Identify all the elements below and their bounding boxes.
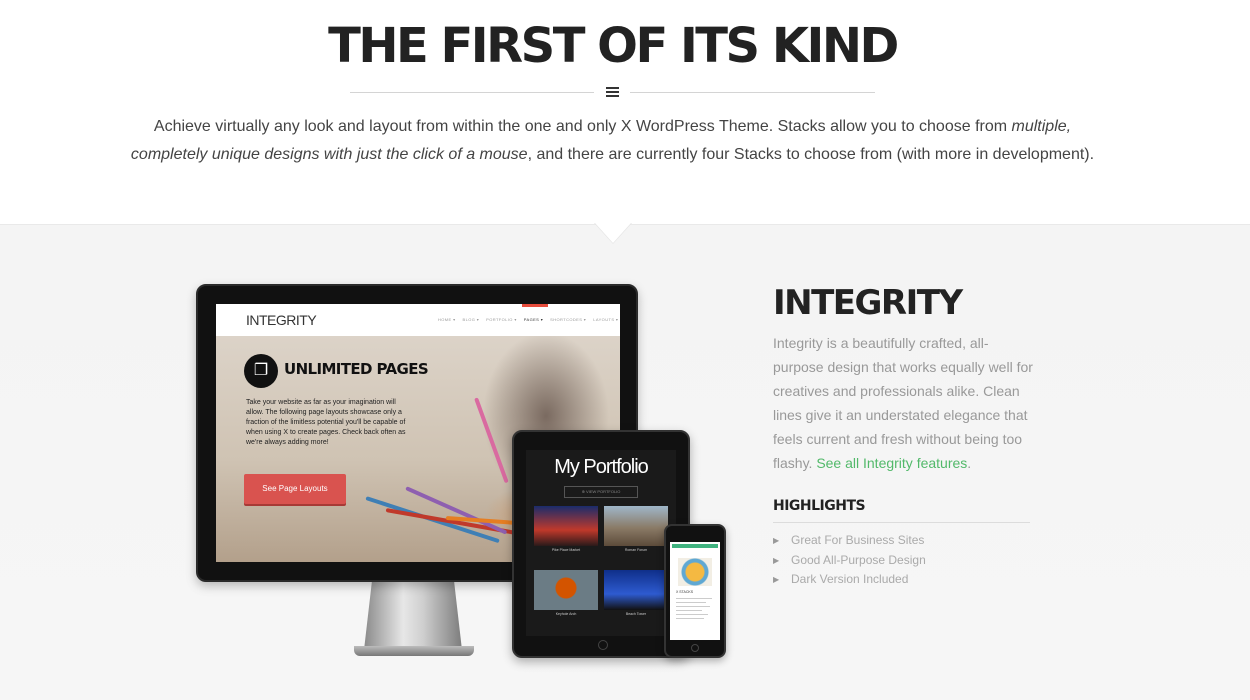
portfolio-caption: Pike Place Market: [551, 548, 581, 552]
portfolio-tile: [604, 506, 668, 546]
tablet-screen: My Portfolio ⊕ VIEW PORTFOLIO Pike Place…: [526, 450, 676, 636]
site-logo: INTEGRITY: [246, 312, 317, 328]
portfolio-caption: Keyhole Arch: [555, 612, 577, 616]
highlights-divider: [773, 522, 1030, 523]
portfolio-caption: Beach Tower: [625, 612, 647, 616]
phone-screen: X STACKS: [670, 542, 720, 640]
caret-right-icon: ▶: [773, 575, 780, 584]
portfolio-tile: [604, 570, 668, 610]
highlight-label: Good All-Purpose Design: [791, 552, 926, 567]
device-preview-image: INTEGRITY HOME ▾ BLOG ▾ PORTFOLIO ▾ PAGES ▾…: [190, 282, 740, 692]
notch-arrow: [595, 223, 631, 243]
tablet-home-button: [598, 640, 608, 650]
pages-icon: ❐: [244, 354, 278, 388]
stack-description: Integrity is a beautifully crafted, all-…: [773, 331, 1035, 475]
caret-right-icon: ▶: [773, 555, 780, 565]
phone-label: X STACKS: [676, 590, 694, 594]
site-menu-item: PORTFOLIO ▾: [486, 317, 517, 322]
phone-device: X STACKS: [664, 524, 726, 658]
divider-right: [630, 92, 875, 93]
portfolio-tile: [534, 570, 598, 610]
divider-left: [350, 92, 594, 93]
hero-title: THE FIRST OF ITS KIND: [328, 18, 899, 74]
see-features-link[interactable]: See all Integrity features: [816, 455, 967, 471]
highlight-label: Great For Business Sites: [791, 533, 925, 547]
portfolio-title: My Portfolio: [554, 456, 649, 478]
active-menu-bar: [522, 304, 548, 307]
highlights-title: HIGHLIGHTS: [773, 498, 866, 514]
caret-right-icon: ▶: [773, 536, 780, 545]
hero-desc-part1: Achieve virtually any look and layout fr…: [153, 118, 1012, 135]
phone-nav-bar: [672, 544, 718, 548]
highlight-item: ▶ Dark Version Included: [773, 570, 926, 590]
portfolio-subtitle: ⊕ VIEW PORTFOLIO: [564, 486, 638, 498]
hero-section: THE FIRST OF ITS KIND Achieve virtually …: [0, 0, 1250, 224]
highlight-item: ▶ Great For Business Sites: [773, 531, 926, 551]
site-menu-item-active: PAGES ▾: [523, 317, 544, 322]
site-menu-item: LAYOUTS ▾: [593, 317, 619, 322]
hero-description: Achieve virtually any look and layout fr…: [130, 113, 1095, 169]
portfolio-tile: [534, 506, 598, 546]
preview-heading: UNLIMITED PAGES: [284, 360, 429, 378]
site-menu-item: SHORTCODES ▾: [550, 317, 587, 322]
monitor-stand-base: [354, 646, 474, 656]
highlight-item: ▶ Good All-Purpose Design: [773, 551, 926, 571]
stack-title: INTEGRITY: [773, 283, 963, 323]
portfolio-caption: Roman Forum: [624, 548, 648, 552]
site-menu-item: BLOG ▾: [462, 317, 480, 322]
highlight-label: Dark Version Included: [791, 572, 909, 586]
phone-home-button: [691, 644, 699, 652]
site-menu: HOME ▾ BLOG ▾ PORTFOLIO ▾ PAGES ▾ SHORTCODES…: [438, 317, 620, 322]
see-page-layouts-button: See Page Layouts: [244, 474, 346, 504]
hero-desc-part2: , and there are currently four Stacks to…: [527, 146, 1095, 163]
preview-body-text: Take your website as far as your imagina…: [246, 399, 406, 446]
monitor-stand: [364, 582, 462, 650]
stack-desc-end: .: [967, 455, 972, 471]
highlights-list: ▶ Great For Business Sites ▶ Good All-Purp…: [773, 531, 926, 590]
stack-icon: [606, 87, 619, 98]
stack-desc-text: Integrity is a beautifully crafted, all-…: [773, 335, 1033, 471]
site-menu-item: HOME ▾: [438, 317, 456, 322]
site-nav: INTEGRITY HOME ▾ BLOG ▾ PORTFOLIO ▾ PAGES ▾…: [216, 304, 620, 336]
phone-image: [678, 558, 712, 586]
